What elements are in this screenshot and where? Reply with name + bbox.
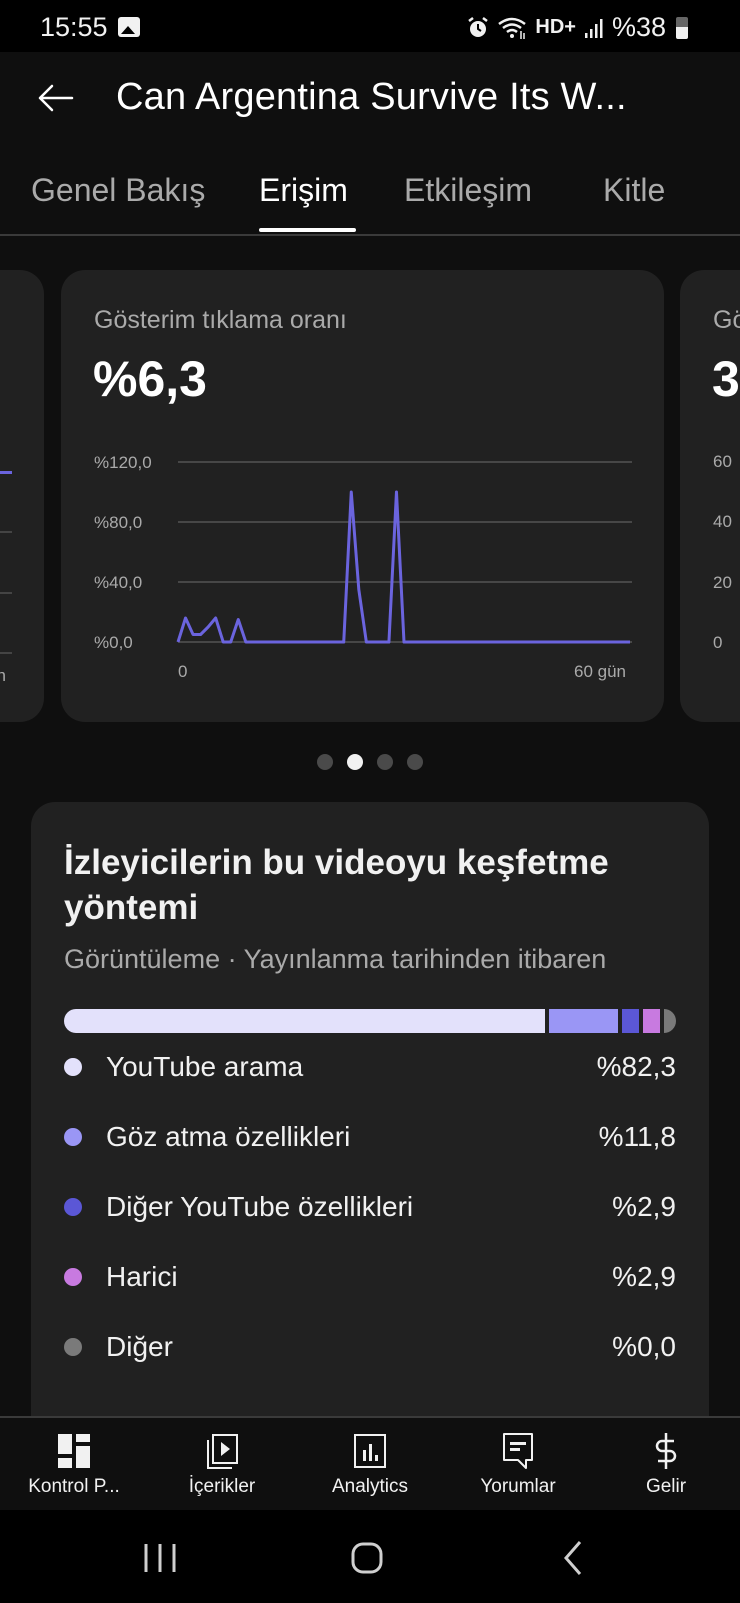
bottom-navigation: Kontrol P... İçerikler Analytics Yorumla…: [0, 1416, 740, 1510]
legend-value: %2,9: [612, 1261, 676, 1292]
chart-line-fragment: [0, 471, 12, 474]
legend-value: %2,9: [612, 1191, 676, 1222]
tab-etkilesim[interactable]: Etkileşim: [404, 172, 532, 209]
nav-revenue[interactable]: Gelir: [592, 1418, 740, 1512]
nav-dashboard[interactable]: Kontrol P...: [0, 1418, 148, 1512]
series-line: [176, 490, 630, 644]
hd-plus-icon: HD+: [535, 16, 576, 38]
dollar-icon: [655, 1433, 677, 1469]
nav-analytics[interactable]: Analytics: [296, 1418, 444, 1512]
legend-value: %11,8: [598, 1121, 676, 1152]
home-icon[interactable]: [337, 1538, 397, 1578]
y-tick-label: 60: [713, 452, 732, 471]
metric-card-ctr[interactable]: Gösterim tıklama oranı %6,3 %0,0 %40,0 %80…: [61, 270, 664, 722]
legend-dot: [64, 1268, 82, 1286]
card-subtitle: Görüntüleme · Yayınlanma tarihinden itib…: [64, 944, 607, 974]
system-navigation-bar: [0, 1510, 740, 1603]
legend-row-youtube-search: YouTube arama %82,3: [64, 1047, 676, 1087]
ctr-line-chart: %0,0 %40,0 %80,0 %120,0 0 60 gün: [94, 453, 632, 681]
active-tab-indicator: [259, 228, 356, 232]
stack-segment: [643, 1009, 661, 1033]
analytics-icon: [354, 1434, 386, 1468]
dashboard-icon: [58, 1434, 90, 1468]
grid-line: [0, 652, 12, 654]
legend-label: Harici: [106, 1261, 178, 1292]
metric-value: 3: [712, 351, 740, 407]
grid-line: [0, 592, 12, 594]
page-dot[interactable]: [407, 754, 423, 770]
nav-label: Yorumlar: [480, 1476, 556, 1497]
legend-label: Göz atma özellikleri: [106, 1121, 351, 1152]
x-tick-label: 0: [178, 662, 187, 681]
legend-row-external: Harici %2,9: [64, 1257, 676, 1297]
page-title: Can Argentina Survive Its W...: [116, 76, 627, 118]
page-dot[interactable]: [377, 754, 393, 770]
alarm-icon: [468, 16, 489, 37]
app-bar: Can Argentina Survive Its W...: [0, 52, 740, 150]
y-tick-label: %40,0: [94, 573, 142, 592]
grid-line: [0, 531, 12, 533]
status-bar: 15:55 HD+ %38: [0, 0, 740, 52]
stack-segment: [549, 1009, 619, 1033]
nav-comments[interactable]: Yorumlar: [444, 1418, 592, 1512]
carousel-pagination: [0, 754, 740, 770]
legend-dot: [64, 1338, 82, 1356]
legend-dot: [64, 1128, 82, 1146]
page-dot-active[interactable]: [347, 754, 363, 770]
nav-label: Analytics: [331, 1476, 409, 1497]
legend-dot: [64, 1198, 82, 1216]
battery-percent: %38: [611, 12, 666, 42]
traffic-sources-card[interactable]: İzleyicilerin bu videoyu keşfetme yöntem…: [31, 802, 709, 1442]
back-icon[interactable]: [544, 1538, 604, 1578]
back-arrow-icon[interactable]: [36, 78, 76, 118]
y-tick-label: 40: [713, 512, 732, 531]
card-title: İzleyicilerin bu videoyu keşfetme yöntem…: [64, 843, 609, 927]
tab-genel-bakis[interactable]: Genel Bakış: [31, 172, 205, 209]
signal-icon: [584, 18, 603, 38]
x-tick-label: 60 gün: [574, 662, 626, 681]
y-tick-label: %0,0: [94, 633, 133, 652]
y-tick-label: %80,0: [94, 513, 142, 532]
legend-row-other-youtube-features: Diğer YouTube özellikleri %2,9: [64, 1187, 676, 1227]
legend-row-browse-features: Göz atma özellikleri %11,8: [64, 1117, 676, 1157]
gallery-icon: [118, 17, 140, 37]
metric-label: Gö: [713, 306, 740, 334]
comments-icon: [503, 1433, 533, 1469]
legend-value: %82,3: [596, 1051, 676, 1082]
metric-card-next[interactable]: Gö 3 60 40 20 0: [680, 270, 740, 722]
page-dot[interactable]: [317, 754, 333, 770]
nav-label: Kontrol P...: [28, 1476, 120, 1497]
y-tick-label: 0: [713, 633, 723, 652]
metric-card-previous[interactable]: n: [0, 270, 44, 722]
tab-kitle[interactable]: Kitle: [603, 172, 665, 209]
status-time: 15:55: [40, 12, 108, 42]
nav-label: Gelir: [645, 1476, 687, 1497]
y-tick-label: %120,0: [94, 453, 152, 472]
status-icons: HD+ %38: [467, 12, 688, 43]
legend-label: YouTube arama: [106, 1051, 304, 1082]
stack-segment: [622, 1009, 640, 1033]
legend-row-other: Diğer %0,0: [64, 1327, 676, 1367]
nav-label: İçerikler: [188, 1476, 256, 1497]
traffic-sources-stacked-bar: [64, 1009, 676, 1033]
wifi-icon: [498, 17, 527, 39]
x-tick-label: n: [0, 666, 6, 685]
legend-label: Diğer YouTube özellikleri: [106, 1191, 414, 1222]
tab-erisim[interactable]: Erişim: [259, 172, 348, 209]
content-icon: [207, 1434, 238, 1469]
legend-label: Diğer: [106, 1331, 173, 1362]
tab-bar: Genel Bakış Erişim Etkileşim Kitle: [0, 150, 740, 236]
legend-value: %0,0: [612, 1331, 676, 1362]
recents-icon[interactable]: [130, 1538, 190, 1578]
legend-dot: [64, 1058, 82, 1076]
stack-segment: [664, 1009, 676, 1033]
stack-segment: [64, 1009, 546, 1033]
y-tick-label: 20: [713, 573, 732, 592]
battery-icon: [676, 16, 688, 39]
nav-content[interactable]: İçerikler: [148, 1418, 296, 1512]
